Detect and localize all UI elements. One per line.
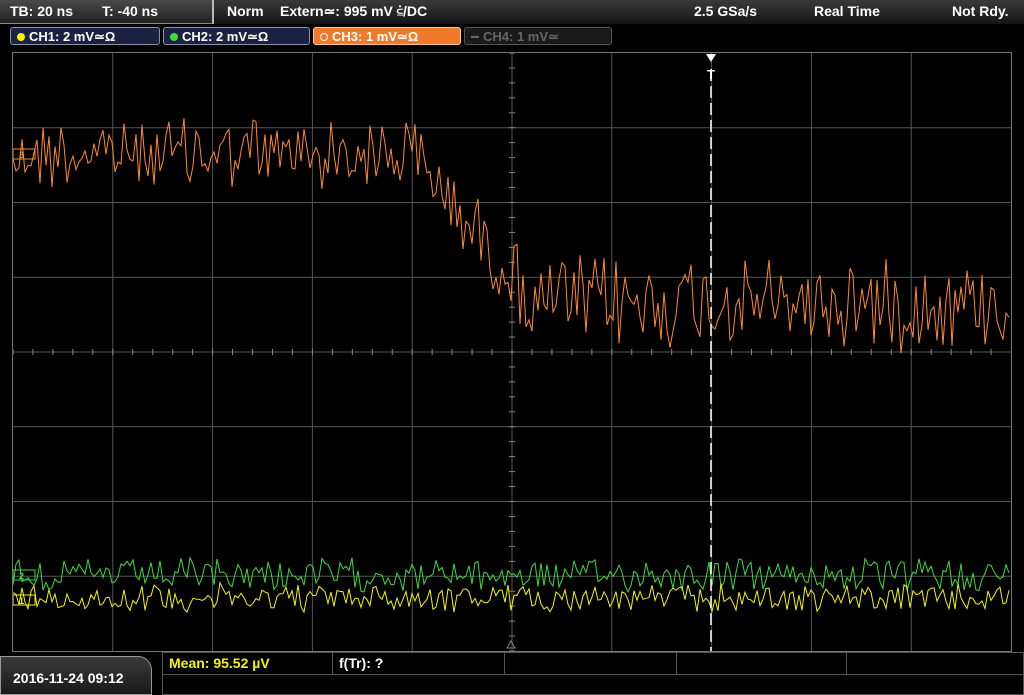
channel-1-indicator-icon <box>17 33 25 41</box>
channel-2-label: CH2: 2 mV≃Ω <box>182 29 269 44</box>
channel-2-offset-marker[interactable]: 2 <box>13 569 36 581</box>
channel-2-offset-label: 2 <box>19 571 24 581</box>
channel-tab-row: CH1: 2 mV≃Ω CH2: 2 mV≃Ω CH3: 1 mV≃Ω CH4:… <box>0 24 1024 48</box>
channel-4-indicator-icon <box>471 36 479 38</box>
sample-rate-label[interactable]: 2.5 GSa/s <box>694 3 757 19</box>
trigger-position-label: T <box>707 67 715 82</box>
status-bar: TB: 20 ns T: -40 ns Norm Extern≃: 995 mV… <box>0 0 1024 24</box>
trigger-mode-label[interactable]: Norm <box>227 3 264 19</box>
channel-3-tab[interactable]: CH3: 1 mV≃Ω <box>313 27 461 45</box>
channel-4-label: CH4: 1 mV≃ <box>483 29 559 44</box>
channel-1-trace <box>13 580 1010 614</box>
measurement-1-value: Mean: 95.52 µV <box>169 655 270 671</box>
channel-1-label: CH1: 2 mV≃Ω <box>29 29 116 44</box>
measurement-cell-4[interactable] <box>677 653 847 674</box>
bottom-bar: 2016-11-24 09:12 Mean: 95.52 µV f(Tr): ? <box>0 652 1024 695</box>
measurement-row-divider <box>163 674 1023 675</box>
measurement-2-value: f(Tr): ? <box>339 655 384 671</box>
trigger-time-label[interactable]: T: -40 ns <box>102 3 158 19</box>
channel-3-trace <box>13 118 1010 354</box>
measurement-cell-3[interactable] <box>505 653 677 674</box>
measurement-cell-1[interactable]: Mean: 95.52 µV <box>163 653 333 674</box>
measurement-panel[interactable]: Mean: 95.52 µV f(Tr): ? <box>162 652 1024 695</box>
channel-2-indicator-icon <box>170 33 178 41</box>
timebase-label[interactable]: TB: 20 ns <box>10 3 73 19</box>
acquisition-mode-label[interactable]: Real Time <box>814 3 880 19</box>
measurement-cell-2[interactable]: f(Tr): ? <box>333 653 505 674</box>
channel-1-offset-label: 1 <box>19 596 24 606</box>
trigger-source-label[interactable]: Extern≃: 995 mV ⫃/DC <box>280 3 427 20</box>
channel-1-tab[interactable]: CH1: 2 mV≃Ω <box>10 27 160 45</box>
datetime-box: 2016-11-24 09:12 <box>0 656 152 695</box>
measurement-cell-5[interactable] <box>847 653 1023 674</box>
grid <box>13 53 1011 651</box>
channel-4-tab[interactable]: CH4: 1 mV≃ <box>464 27 612 45</box>
channel-2-tab[interactable]: CH2: 2 mV≃Ω <box>163 27 310 45</box>
waveform-canvas[interactable]: T 3 2 1 <box>13 53 1011 651</box>
waveform-display[interactable]: T 3 2 1 <box>12 52 1012 652</box>
channel-3-offset-marker[interactable]: 3 <box>13 148 36 160</box>
channel-3-label: CH3: 1 mV≃Ω <box>332 29 419 44</box>
timebase-box[interactable]: TB: 20 ns T: -40 ns <box>0 0 214 24</box>
channel-2-trace <box>13 556 1010 594</box>
time-reference-marker-icon <box>506 639 516 649</box>
trigger-position-marker-icon[interactable] <box>706 54 716 62</box>
channel-3-indicator-icon <box>320 33 328 41</box>
channel-3-offset-label: 3 <box>19 150 24 160</box>
trigger-state-label: Not Rdy. <box>952 3 1009 19</box>
datetime-label: 2016-11-24 09:12 <box>13 670 124 686</box>
